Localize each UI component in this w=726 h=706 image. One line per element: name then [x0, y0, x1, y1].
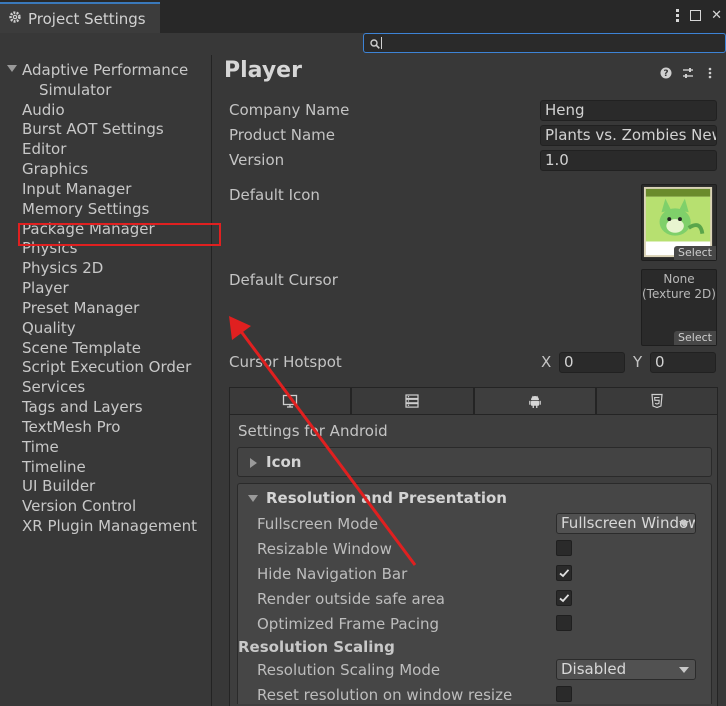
more-options-icon[interactable] — [704, 67, 716, 83]
reset-resolution-checkbox[interactable] — [556, 686, 572, 702]
product-name-label: Product Name — [229, 126, 335, 144]
company-name-field[interactable]: Heng — [540, 100, 717, 121]
cursor-none-text: None — [663, 272, 695, 286]
sidebar-item-graphics[interactable]: Graphics — [22, 159, 88, 179]
platform-tabs — [229, 387, 718, 414]
hotspot-x-label: X — [541, 353, 552, 371]
sidebar-item-xr-plugin-management[interactable]: XR Plugin Management — [22, 516, 197, 536]
search-icon — [370, 37, 380, 49]
svg-text:?: ? — [663, 69, 668, 79]
sidebar-item-textmesh-pro[interactable]: TextMesh Pro — [22, 417, 120, 437]
sidebar-item-scene-template[interactable]: Scene Template — [22, 338, 141, 358]
sidebar-item-audio[interactable]: Audio — [22, 100, 65, 120]
window-title: Project Settings — [28, 9, 146, 28]
player-settings-panel: Player ? Company Name Heng Product Name … — [213, 55, 726, 706]
resolution-section-title[interactable]: Resolution and Presentation — [266, 489, 507, 507]
android-settings-box: Settings for Android Icon Resolution and… — [229, 414, 718, 706]
icon-section-title: Icon — [266, 453, 302, 471]
chevron-down-icon — [679, 521, 689, 527]
resolution-scaling-header: Resolution Scaling — [238, 638, 395, 656]
tab-dedicated-server[interactable] — [351, 387, 474, 414]
preset-sliders-icon[interactable] — [682, 67, 694, 83]
hotspot-y-field[interactable]: 0 — [650, 352, 716, 373]
resolution-scaling-mode-label: Resolution Scaling Mode — [257, 661, 441, 679]
default-icon-label: Default Icon — [229, 186, 320, 204]
sidebar-item-memory-settings[interactable]: Memory Settings — [22, 199, 149, 219]
optimized-frame-pacing-label: Optimized Frame Pacing — [257, 615, 440, 633]
sidebar-item-script-execution-order[interactable]: Script Execution Order — [22, 357, 191, 377]
company-name-label: Company Name — [229, 101, 350, 119]
sidebar-item-physics-2d[interactable]: Physics 2D — [22, 258, 103, 278]
resolution-section: Resolution and Presentation Fullscreen M… — [237, 483, 712, 704]
text-caret — [381, 37, 382, 49]
settings-sidebar: Adaptive Performance Simulator Audio Bur… — [0, 55, 212, 706]
tab-standalone[interactable] — [229, 387, 352, 414]
reset-resolution-label: Reset resolution on window resize — [257, 686, 513, 704]
window-titlebar: Project Settings ✕ — [0, 0, 726, 33]
cursor-type-text: (Texture 2D) — [642, 287, 716, 301]
server-icon — [405, 394, 419, 408]
icon-section-header[interactable]: Icon — [237, 447, 712, 477]
tab-webgl[interactable] — [595, 387, 718, 414]
sidebar-item-burst-aot[interactable]: Burst AOT Settings — [22, 119, 164, 139]
hide-navigation-bar-label: Hide Navigation Bar — [257, 565, 408, 583]
sidebar-item-adaptive-performance[interactable]: Adaptive Performance — [22, 60, 188, 80]
sidebar-item-input-manager[interactable]: Input Manager — [22, 179, 131, 199]
more-options-icon[interactable] — [676, 9, 680, 22]
fullscreen-mode-label: Fullscreen Mode — [257, 515, 379, 533]
sidebar-item-player[interactable]: Player — [22, 278, 69, 298]
search-input[interactable] — [363, 33, 726, 53]
fullscreen-mode-dropdown[interactable]: Fullscreen Window — [556, 513, 696, 534]
default-icon-slot[interactable]: Select — [641, 184, 717, 261]
default-cursor-slot[interactable]: None (Texture 2D) Select — [641, 269, 717, 346]
sidebar-item-time[interactable]: Time — [22, 437, 59, 457]
settings-for-label: Settings for Android — [238, 422, 388, 440]
project-settings-tab[interactable]: Project Settings — [0, 2, 160, 33]
sidebar-item-simulator[interactable]: Simulator — [39, 80, 111, 100]
settings-toolbar — [0, 33, 726, 55]
resizable-window-label: Resizable Window — [257, 540, 392, 558]
page-title: Player — [224, 58, 302, 83]
resolution-scaling-mode-dropdown[interactable]: Disabled — [556, 659, 696, 680]
product-name-field[interactable]: Plants vs. Zombies New — [540, 125, 717, 146]
checkmark-icon — [559, 569, 570, 578]
annotation-highlight-box — [18, 223, 221, 246]
resolution-scaling-mode-value: Disabled — [561, 660, 627, 678]
default-cursor-select-button[interactable]: Select — [674, 331, 716, 345]
hide-navigation-bar-checkbox[interactable] — [556, 565, 572, 581]
sidebar-item-tags-and-layers[interactable]: Tags and Layers — [22, 397, 143, 417]
foldout-collapsed-icon — [250, 458, 257, 468]
checkmark-icon — [559, 594, 570, 603]
default-icon-select-button[interactable]: Select — [674, 246, 716, 260]
chevron-down-icon — [679, 667, 689, 673]
cursor-hotspot-label: Cursor Hotspot — [229, 353, 342, 371]
optimized-frame-pacing-checkbox[interactable] — [556, 615, 572, 631]
monitor-icon — [282, 394, 298, 408]
help-icon[interactable]: ? — [660, 67, 672, 83]
foldout-expanded-icon[interactable] — [248, 495, 258, 502]
render-outside-safe-area-label: Render outside safe area — [257, 590, 445, 608]
fullscreen-mode-value: Fullscreen Window — [561, 514, 696, 532]
hotspot-y-label: Y — [633, 353, 643, 371]
version-field[interactable]: 1.0 — [540, 150, 717, 171]
default-cursor-label: Default Cursor — [229, 271, 338, 289]
html5-icon — [651, 393, 663, 409]
resizable-window-checkbox[interactable] — [556, 540, 572, 556]
sidebar-item-ui-builder[interactable]: UI Builder — [22, 476, 95, 496]
close-icon[interactable]: ✕ — [711, 8, 722, 23]
sidebar-item-preset-manager[interactable]: Preset Manager — [22, 298, 139, 318]
sidebar-item-services[interactable]: Services — [22, 377, 85, 397]
maximize-icon[interactable] — [690, 10, 702, 21]
sidebar-item-quality[interactable]: Quality — [22, 318, 76, 338]
sidebar-item-editor[interactable]: Editor — [22, 139, 66, 159]
tab-android[interactable] — [473, 387, 596, 414]
sidebar-item-timeline[interactable]: Timeline — [22, 457, 86, 477]
sidebar-item-version-control[interactable]: Version Control — [22, 496, 136, 516]
foldout-expanded-icon[interactable] — [7, 65, 17, 72]
gear-icon — [8, 10, 22, 28]
version-label: Version — [229, 151, 285, 169]
android-icon — [528, 395, 541, 408]
render-outside-safe-area-checkbox[interactable] — [556, 590, 572, 606]
hotspot-x-field[interactable]: 0 — [559, 352, 625, 373]
